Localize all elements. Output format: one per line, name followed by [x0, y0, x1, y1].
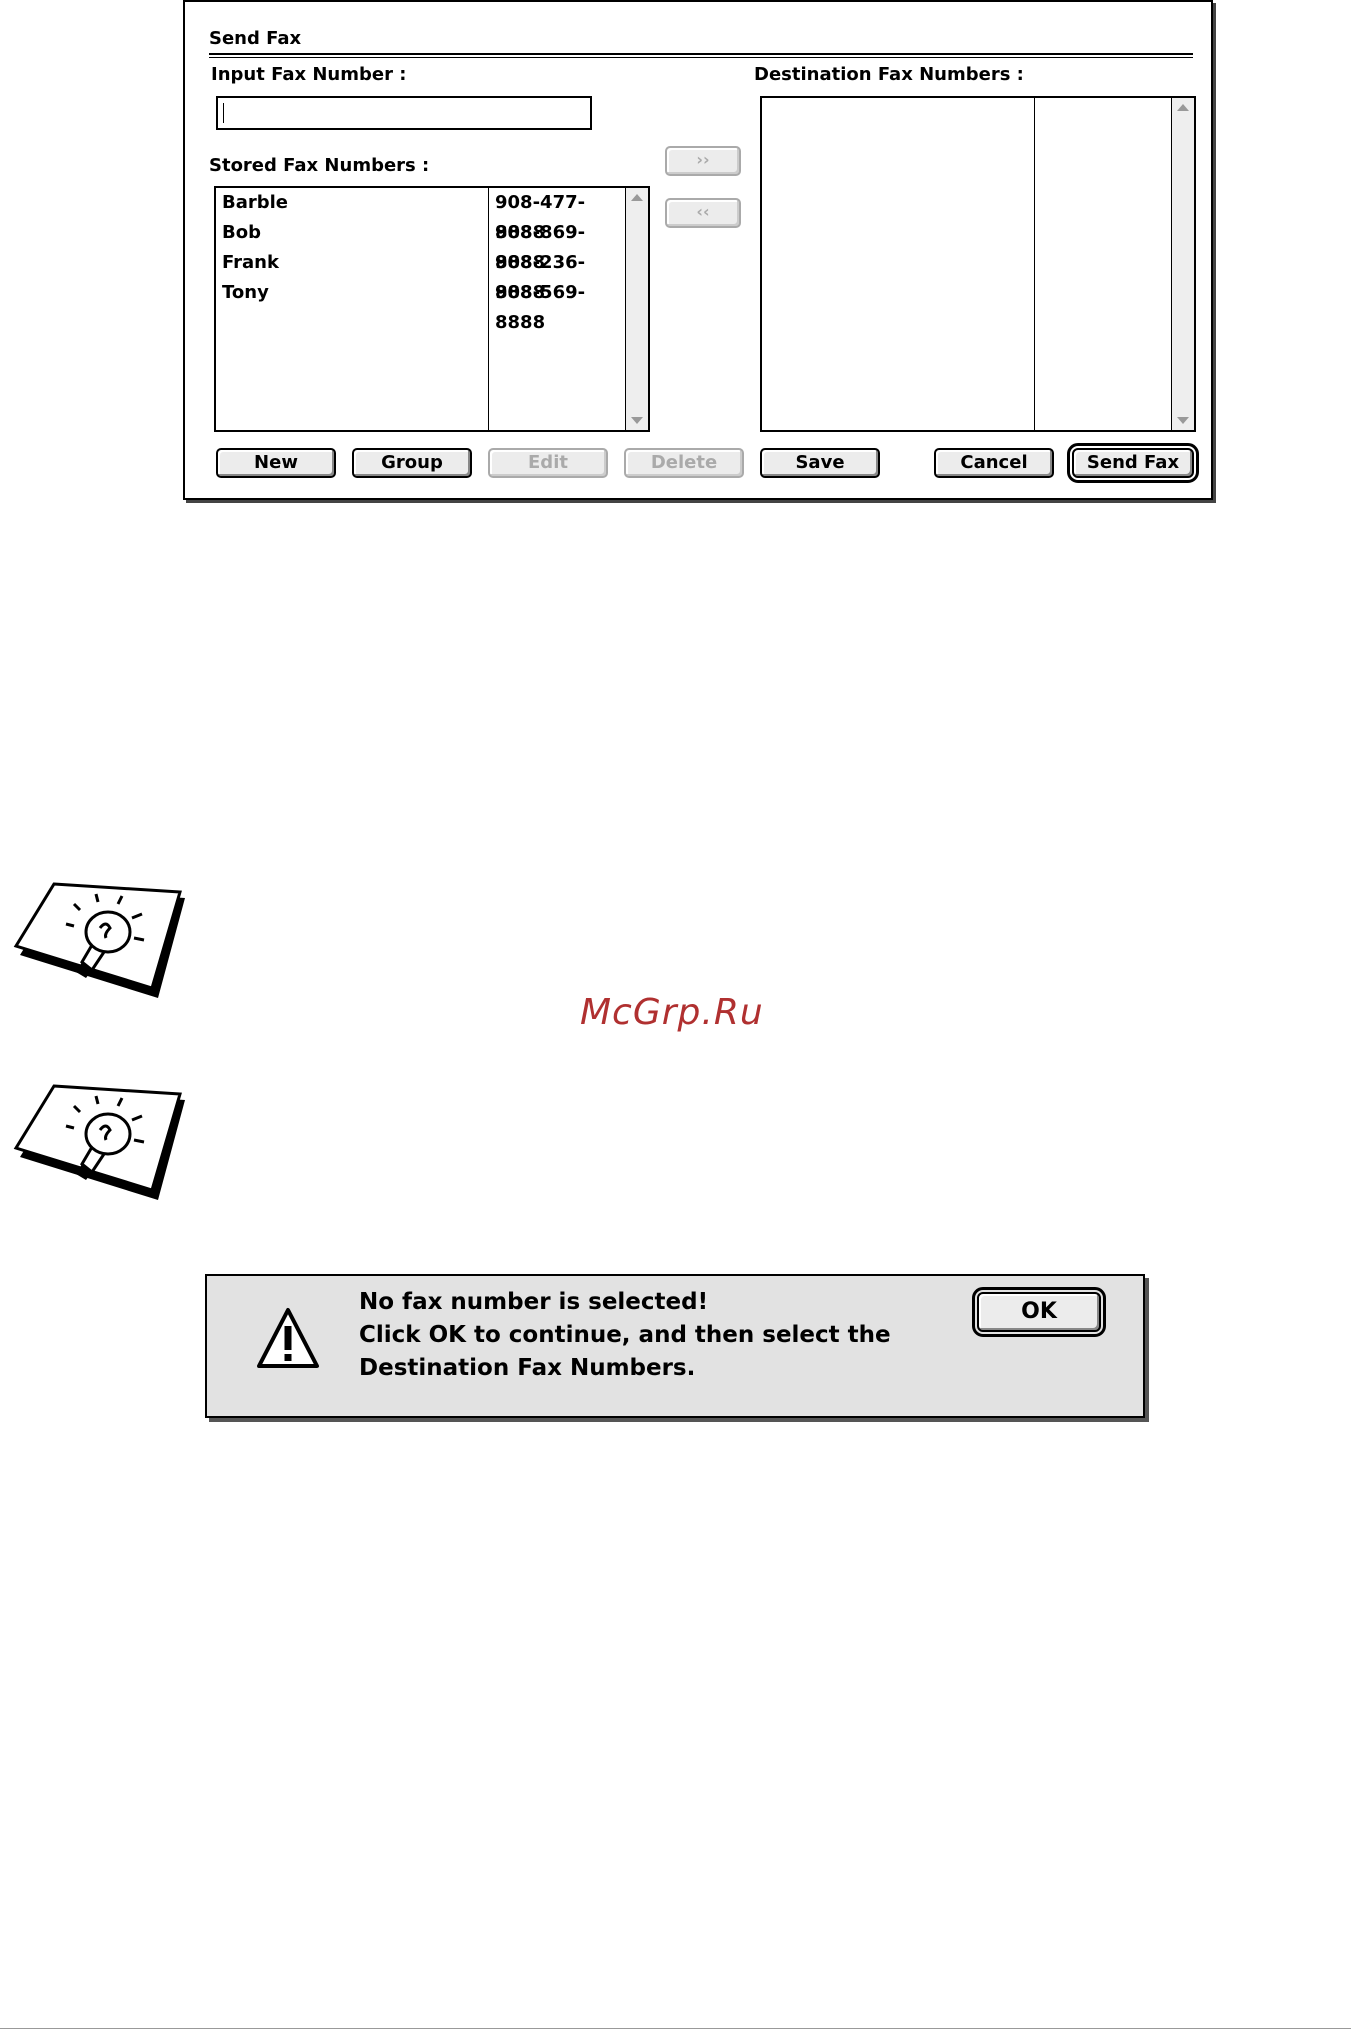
destination-fax-label: Destination Fax Numbers : [754, 64, 1024, 85]
save-button[interactable]: Save [760, 448, 880, 478]
stored-fax-list[interactable]: Barble 908-477-8888 Bob 908-869-8888 Fra… [214, 186, 650, 432]
no-fax-alert-dialog: No fax number is selected! Click OK to c… [205, 1274, 1145, 1418]
stored-rows: Barble 908-477-8888 Bob 908-869-8888 Fra… [222, 188, 622, 333]
contact-name: Bob [222, 222, 261, 243]
scroll-down-arrow-icon[interactable] [1177, 417, 1189, 424]
edit-button[interactable]: Edit [488, 448, 608, 478]
title-divider [209, 53, 1193, 58]
destination-fax-list[interactable] [760, 96, 1196, 432]
contact-number: 908-569-8888 [495, 282, 586, 333]
send-fax-dialog: Send Fax Input Fax Number : Stored Fax N… [183, 0, 1213, 500]
add-to-destination-button[interactable]: ›› [665, 146, 741, 176]
alert-line-1: No fax number is selected! [359, 1289, 709, 1315]
list-item[interactable]: Frank 908-236-8888 [222, 248, 622, 303]
column-divider [1034, 98, 1035, 430]
alert-line-2: Click OK to continue, and then select th… [359, 1322, 891, 1348]
alert-line-3: Destination Fax Numbers. [359, 1355, 696, 1381]
send-fax-button[interactable]: Send Fax [1067, 443, 1199, 483]
lightbulb-note-icon [13, 882, 185, 998]
list-item[interactable]: Tony 908-569-8888 [222, 278, 622, 333]
list-item[interactable]: Bob 908-869-8888 [222, 218, 622, 273]
contact-name: Frank [222, 252, 279, 273]
watermark-text: McGrp.Ru [580, 992, 764, 1033]
ok-button[interactable]: OK [972, 1287, 1106, 1337]
destination-list-scrollbar[interactable] [1171, 98, 1194, 430]
lightbulb-note-icon [13, 1084, 185, 1200]
input-fax-field[interactable] [216, 96, 592, 130]
scroll-up-arrow-icon[interactable] [1177, 104, 1189, 111]
dialog-title: Send Fax [209, 28, 302, 49]
cancel-button[interactable]: Cancel [934, 448, 1054, 478]
scroll-up-arrow-icon[interactable] [631, 194, 643, 201]
delete-button[interactable]: Delete [624, 448, 744, 478]
text-caret [223, 103, 224, 123]
alert-message: No fax number is selected! Click OK to c… [359, 1286, 939, 1385]
group-button[interactable]: Group [352, 448, 472, 478]
contact-name: Tony [222, 282, 269, 303]
page-bottom-rule [0, 2028, 1351, 2029]
list-item[interactable]: Barble 908-477-8888 [222, 188, 622, 243]
warning-triangle-icon [257, 1308, 319, 1368]
input-fax-label: Input Fax Number : [211, 64, 407, 85]
contact-name: Barble [222, 192, 289, 213]
remove-from-destination-button[interactable]: ‹‹ [665, 198, 741, 228]
new-button[interactable]: New [216, 448, 336, 478]
stored-fax-label: Stored Fax Numbers : [209, 155, 430, 176]
scroll-down-arrow-icon[interactable] [631, 417, 643, 424]
stored-list-scrollbar[interactable] [625, 188, 648, 430]
